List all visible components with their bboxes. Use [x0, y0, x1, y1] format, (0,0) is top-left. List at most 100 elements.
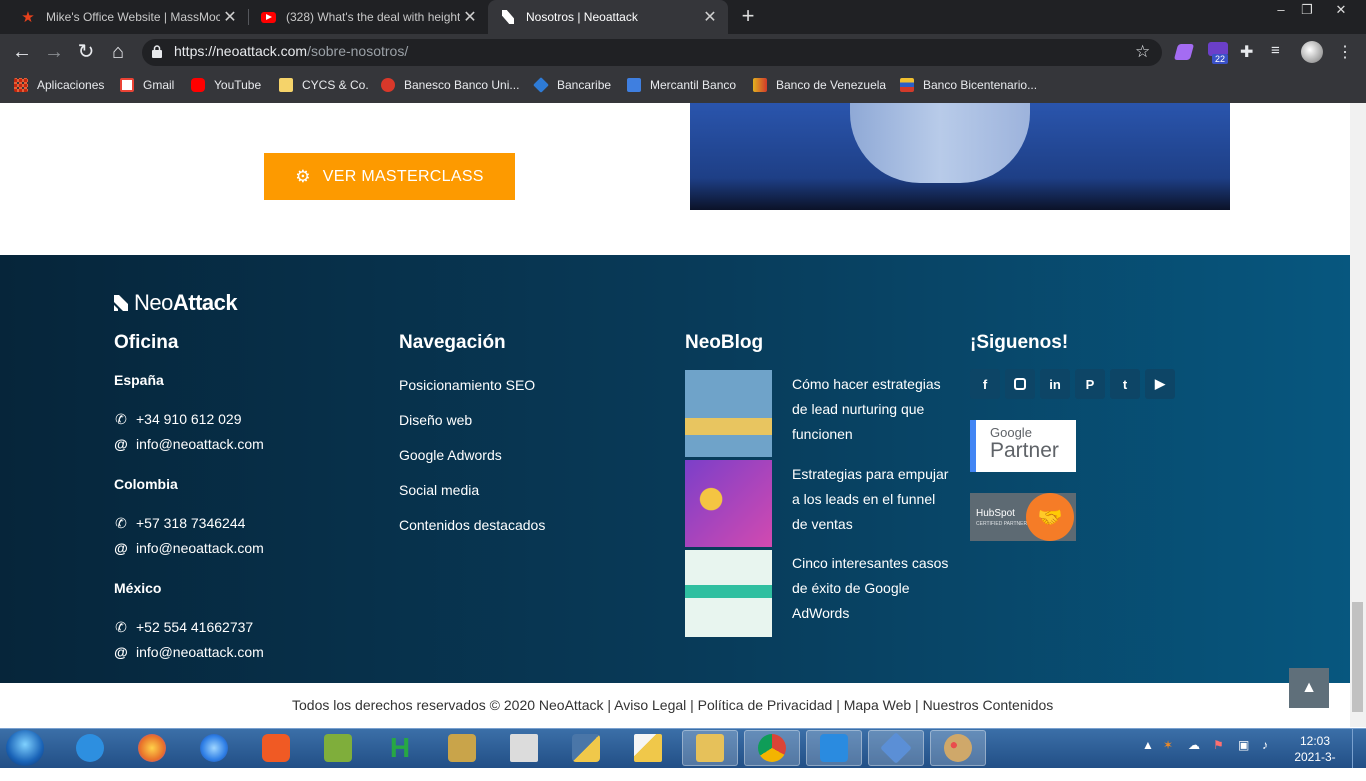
- copyright-text[interactable]: Todos los derechos reservados © 2020 Neo…: [292, 697, 1053, 713]
- phone-spain[interactable]: ✆ +34 910 612 029: [114, 411, 241, 428]
- taskbar-app-5[interactable]: [310, 730, 366, 766]
- tray-flag-icon[interactable]: ⚑: [1213, 738, 1224, 752]
- blog-post-line: AdWords: [792, 605, 850, 621]
- start-button[interactable]: [6, 730, 44, 766]
- tab-youtube[interactable]: (328) What's the deal with height ✕: [248, 0, 488, 34]
- menu-kebab-icon[interactable]: ⋮: [1337, 42, 1353, 62]
- close-window-button[interactable]: ✕: [1330, 2, 1352, 18]
- taskbar-python-file[interactable]: [620, 730, 676, 766]
- app-icon: [324, 734, 352, 762]
- close-icon[interactable]: ✕: [460, 7, 480, 27]
- speaker-shirt: [850, 103, 1030, 183]
- bookmark-banesco[interactable]: Banesco Banco Uni...: [381, 76, 519, 94]
- forward-icon[interactable]: →: [42, 40, 66, 64]
- bookmark-label: Banco Bicentenario...: [923, 78, 1038, 92]
- taskbar-internet-explorer[interactable]: [62, 730, 118, 766]
- scrollbar-thumb[interactable]: [1352, 602, 1363, 712]
- instagram-icon[interactable]: [1005, 369, 1035, 399]
- url-text[interactable]: https://neoattack.com/sobre-nosotros/: [174, 43, 408, 59]
- bookmark-label: Gmail: [143, 78, 175, 92]
- phone-mexico[interactable]: ✆ +52 554 41662737: [114, 619, 253, 636]
- close-icon[interactable]: ✕: [220, 7, 240, 27]
- taskbar-python-idle[interactable]: [558, 730, 614, 766]
- tab-massmoc[interactable]: ★ Mike's Office Website | MassMoc ✕: [8, 0, 248, 34]
- taskbar-vscode[interactable]: [806, 730, 862, 766]
- minimize-button[interactable]: –: [1270, 2, 1292, 18]
- taskbar-app-7[interactable]: [434, 730, 490, 766]
- blog-thumbnail-3[interactable]: [685, 550, 772, 637]
- close-icon[interactable]: ✕: [700, 7, 720, 27]
- banco-venezuela-icon: [753, 78, 767, 92]
- bookmark-apps[interactable]: Aplicaciones: [14, 76, 104, 94]
- bookmark-label: Banesco Banco Uni...: [404, 78, 520, 92]
- taskbar-chrome[interactable]: [744, 730, 800, 766]
- youtube-icon: [260, 9, 276, 25]
- bookmark-youtube[interactable]: YouTube: [191, 76, 261, 94]
- hubspot-partner-badge[interactable]: HubSpot CERTIFIED PARTNER 🤝: [970, 493, 1076, 541]
- taskbar-app-14[interactable]: [868, 730, 924, 766]
- nav-link-seo[interactable]: Posicionamiento SEO: [399, 377, 535, 393]
- taskbar-file-explorer[interactable]: [682, 730, 738, 766]
- email-colombia[interactable]: @ info@neoattack.com: [114, 540, 264, 556]
- nav-link-featured[interactable]: Contenidos destacados: [399, 517, 545, 533]
- taskbar-app-8[interactable]: [496, 730, 552, 766]
- bookmark-gmail[interactable]: Gmail: [120, 76, 174, 94]
- google-partner-badge[interactable]: Google Partner: [970, 420, 1076, 472]
- phone-icon: ✆: [115, 515, 127, 531]
- lock-icon[interactable]: [152, 45, 162, 58]
- nav-link-web-design[interactable]: Diseño web: [399, 412, 472, 428]
- taskbar-brave[interactable]: [248, 730, 304, 766]
- extensions-puzzle-icon[interactable]: ✚: [1240, 42, 1253, 62]
- new-tab-button[interactable]: +: [736, 5, 760, 29]
- nav-link-adwords[interactable]: Google Adwords: [399, 447, 502, 463]
- tray-cloud-icon[interactable]: ☁: [1188, 738, 1200, 752]
- neoattack-icon: [500, 9, 516, 25]
- email-text: info@neoattack.com: [136, 644, 264, 660]
- restore-button[interactable]: ❐: [1296, 2, 1318, 18]
- masterclass-button[interactable]: ⚙ VER MASTERCLASS: [264, 153, 515, 200]
- blog-post-2[interactable]: Estrategias para empujar a los leads en …: [792, 462, 948, 537]
- tab-neoattack[interactable]: Nosotros | Neoattack ✕: [488, 0, 728, 34]
- phone-colombia[interactable]: ✆ +57 318 7346244: [114, 515, 245, 532]
- bookmark-banco-venezuela[interactable]: Banco de Venezuela: [753, 76, 886, 94]
- taskbar-app-h[interactable]: H: [372, 730, 428, 766]
- email-mexico[interactable]: @ info@neoattack.com: [114, 644, 264, 660]
- taskbar-clock[interactable]: 12:03 2021-3-5: [1292, 733, 1338, 781]
- tray-avast-icon[interactable]: ✶: [1163, 738, 1173, 752]
- blog-heading: NeoBlog: [685, 332, 764, 353]
- tray-expand-icon[interactable]: ▲: [1142, 738, 1154, 752]
- twitter-icon[interactable]: t: [1110, 369, 1140, 399]
- blog-post-3[interactable]: Cinco interesantes casos de éxito de Goo…: [792, 551, 948, 626]
- bookmark-bancaribe[interactable]: Bancaribe: [533, 76, 611, 94]
- back-to-top-button[interactable]: ▲: [1289, 668, 1329, 708]
- bookmark-cycs[interactable]: CYCS & Co.: [279, 76, 369, 94]
- taskbar-paint[interactable]: [930, 730, 986, 766]
- bancaribe-icon: [533, 77, 549, 93]
- blog-thumbnail-1[interactable]: [685, 370, 772, 457]
- blog-thumbnail-2[interactable]: [685, 460, 772, 547]
- taskbar-firefox-dev[interactable]: [186, 730, 242, 766]
- bookmark-mercantil[interactable]: Mercantil Banco: [627, 76, 736, 94]
- home-icon[interactable]: ⌂: [106, 40, 130, 64]
- blog-post-1[interactable]: Cómo hacer estrategias de lead nurturing…: [792, 372, 941, 447]
- taskbar-firefox[interactable]: [124, 730, 180, 766]
- vscode-icon: [820, 734, 848, 762]
- neoattack-logo[interactable]: Neo Attack: [114, 290, 238, 316]
- back-icon[interactable]: ←: [10, 40, 34, 64]
- tray-volume-icon[interactable]: ♪: [1262, 738, 1268, 752]
- bookmark-star-icon[interactable]: ☆: [1135, 42, 1150, 62]
- facebook-icon[interactable]: f: [970, 369, 1000, 399]
- linkedin-icon[interactable]: in: [1040, 369, 1070, 399]
- tray-network-icon[interactable]: ▣: [1238, 738, 1249, 752]
- reload-icon[interactable]: ↻: [74, 40, 98, 64]
- youtube-icon[interactable]: ▶: [1145, 369, 1175, 399]
- email-spain[interactable]: @ info@neoattack.com: [114, 436, 264, 452]
- pinterest-icon[interactable]: P: [1075, 369, 1105, 399]
- python-icon: [572, 734, 600, 762]
- show-desktop-button[interactable]: [1352, 729, 1366, 768]
- profile-avatar[interactable]: [1301, 41, 1323, 63]
- nav-link-social-media[interactable]: Social media: [399, 482, 479, 498]
- bookmark-bicentenario[interactable]: Banco Bicentenario...: [900, 76, 1037, 94]
- media-control-icon[interactable]: ≡: [1271, 42, 1280, 59]
- page-viewport: ⚙ VER MASTERCLASS Neo Attack Oficina Espa…: [0, 103, 1350, 727]
